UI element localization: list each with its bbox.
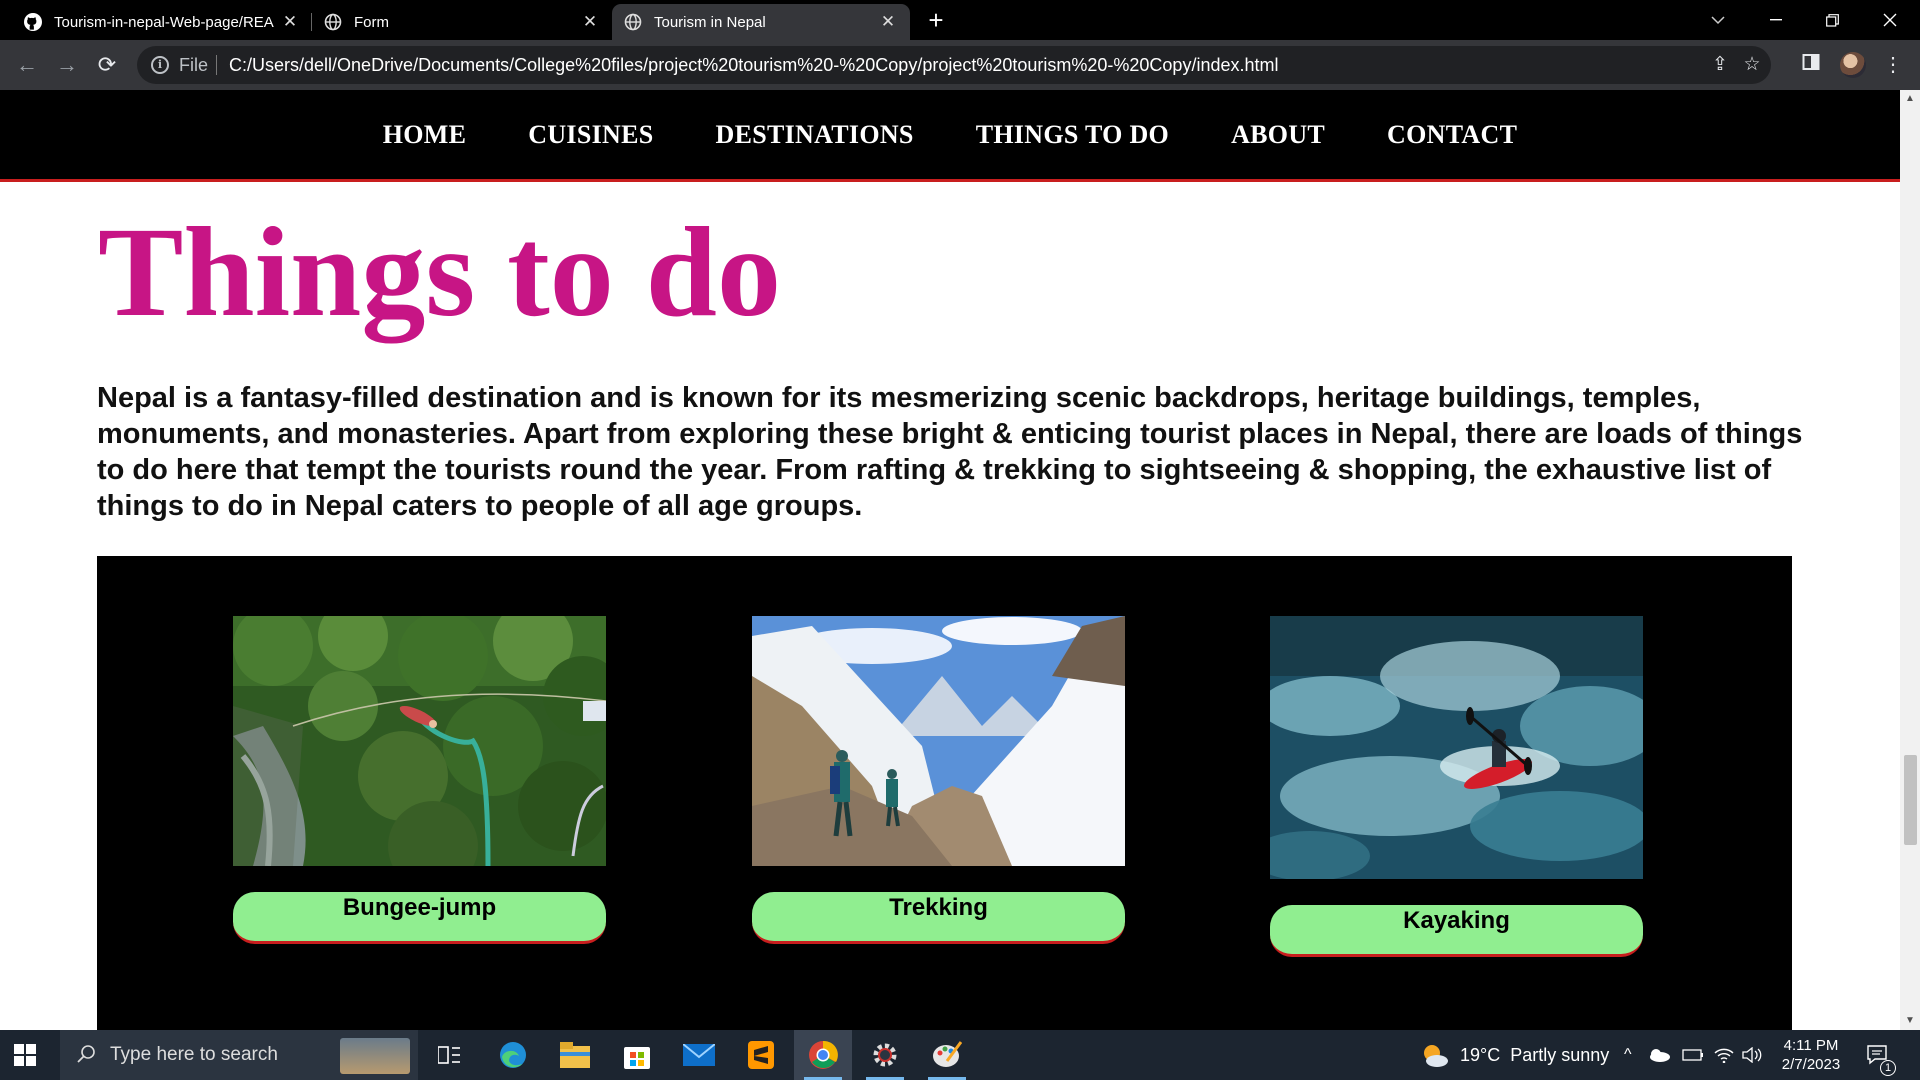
weather-widget[interactable]: 19°C Partly sunny xyxy=(1420,1030,1609,1080)
bookmark-star-icon[interactable]: ☆ xyxy=(1741,54,1763,76)
side-panel-icon[interactable] xyxy=(1798,52,1824,78)
nav-destinations[interactable]: DESTINATIONS xyxy=(716,120,914,150)
chrome-icon[interactable] xyxy=(794,1030,852,1080)
divider xyxy=(216,55,218,75)
nav-things-to-do[interactable]: THINGS TO DO xyxy=(976,120,1169,150)
scheme-label: File xyxy=(179,54,209,75)
activity-label-bungee[interactable]: Bungee-jump xyxy=(233,892,606,944)
file-explorer-icon[interactable] xyxy=(546,1030,604,1080)
new-tab-button[interactable]: + xyxy=(922,6,950,34)
activity-label-kayaking[interactable]: Kayaking xyxy=(1270,905,1643,957)
share-icon[interactable]: ⇪ xyxy=(1709,54,1731,76)
clock-date: 2/7/2023 xyxy=(1781,1056,1841,1073)
intro-paragraph: Nepal is a fantasy-filled destination an… xyxy=(97,382,1803,522)
battery-icon[interactable] xyxy=(1682,1030,1704,1080)
search-highlight-image xyxy=(340,1038,410,1074)
search-placeholder: Type here to search xyxy=(110,1044,278,1065)
trekking-photo xyxy=(752,616,1125,866)
close-window-button[interactable] xyxy=(1862,0,1918,40)
info-icon[interactable]: i xyxy=(151,56,169,74)
address-bar[interactable]: i File C:/Users/dell/OneDrive/Documents/… xyxy=(137,46,1771,84)
tab-form[interactable]: Form ✕ xyxy=(312,4,612,40)
search-icon xyxy=(76,1044,98,1066)
mail-icon[interactable] xyxy=(670,1030,728,1080)
taskbar-search-box[interactable]: Type here to search xyxy=(60,1030,418,1080)
scrollbar-thumb[interactable] xyxy=(1904,755,1917,845)
forward-arrow-icon[interactable]: → xyxy=(52,50,82,80)
system-clock[interactable]: 4:11 PM 2/7/2023 xyxy=(1768,1036,1854,1074)
windows-taskbar: Type here to search 19°C Partly sunny ^ xyxy=(0,1030,1920,1080)
partly-sunny-icon xyxy=(1424,1045,1448,1067)
tab-tourism-in-nepal[interactable]: Tourism in Nepal ✕ xyxy=(612,4,910,40)
close-tab-icon[interactable]: ✕ xyxy=(878,12,898,32)
tab-title: Tourism-in-nepal-Web-page/REA xyxy=(54,13,274,31)
edge-browser-icon[interactable] xyxy=(484,1030,542,1080)
notifications-icon[interactable]: 1 xyxy=(1866,1030,1896,1080)
nav-contact[interactable]: CONTACT xyxy=(1387,120,1517,150)
globe-icon xyxy=(324,13,342,31)
windows-start-icon[interactable] xyxy=(14,1044,36,1066)
page-title: Things to do xyxy=(98,201,781,343)
task-view-icon[interactable] xyxy=(420,1030,478,1080)
restore-button[interactable] xyxy=(1804,0,1860,40)
scroll-down-arrow-icon[interactable]: ▼ xyxy=(1900,1012,1920,1030)
settings-gear-icon[interactable] xyxy=(856,1030,914,1080)
tab-title: Tourism in Nepal xyxy=(654,13,766,31)
url-text[interactable]: C:/Users/dell/OneDrive/Documents/College… xyxy=(229,55,1278,76)
activity-label-trekking[interactable]: Trekking xyxy=(752,892,1125,944)
clock-time: 4:11 PM xyxy=(1783,1037,1839,1054)
nav-home[interactable]: HOME xyxy=(383,120,467,150)
menu-kebab-icon[interactable]: ⋮ xyxy=(1880,52,1906,78)
browser-toolbar: ← → ⟳ i File C:/Users/dell/OneDrive/Docu… xyxy=(0,40,1920,90)
reload-icon[interactable]: ⟳ xyxy=(92,50,122,80)
tab-strip: Tourism-in-nepal-Web-page/REA ✕ Form ✕ T… xyxy=(0,0,1920,40)
tab-github[interactable]: Tourism-in-nepal-Web-page/REA ✕ xyxy=(12,4,312,40)
github-icon xyxy=(24,13,42,31)
close-tab-icon[interactable]: ✕ xyxy=(280,12,300,32)
paint-palette-icon[interactable] xyxy=(918,1030,976,1080)
volume-icon[interactable] xyxy=(1742,1030,1764,1080)
scroll-up-arrow-icon[interactable]: ▲ xyxy=(1900,90,1920,108)
tab-title: Form xyxy=(354,13,389,31)
profile-avatar[interactable] xyxy=(1840,52,1866,78)
kayaking-photo xyxy=(1270,616,1643,879)
activities-gallery: Bungee-jump Trekking Kayaking xyxy=(97,556,1792,1030)
back-arrow-icon[interactable]: ← xyxy=(12,50,42,80)
page-viewport: HOME CUISINES DESTINATIONS THINGS TO DO … xyxy=(0,90,1900,1030)
close-tab-icon[interactable]: ✕ xyxy=(580,12,600,32)
weather-text: 19°C Partly sunny xyxy=(1460,1044,1610,1065)
globe-icon xyxy=(624,13,642,31)
nav-cuisines[interactable]: CUISINES xyxy=(528,120,653,150)
microsoft-store-icon[interactable] xyxy=(608,1030,666,1080)
minimize-button[interactable] xyxy=(1748,0,1804,40)
bungee-jump-photo xyxy=(233,616,606,866)
vertical-scrollbar[interactable]: ▲ ▼ xyxy=(1900,90,1920,1030)
wifi-icon[interactable] xyxy=(1714,1030,1734,1080)
nav-about[interactable]: ABOUT xyxy=(1231,120,1325,150)
onedrive-cloud-icon[interactable] xyxy=(1648,1030,1670,1080)
notification-count-badge: 1 xyxy=(1880,1060,1896,1076)
site-navbar: HOME CUISINES DESTINATIONS THINGS TO DO … xyxy=(0,90,1900,182)
show-hidden-icons-chevron[interactable]: ^ xyxy=(1624,1030,1632,1080)
sublime-text-icon[interactable] xyxy=(732,1030,790,1080)
tab-search-chevron-icon[interactable] xyxy=(1690,0,1746,40)
